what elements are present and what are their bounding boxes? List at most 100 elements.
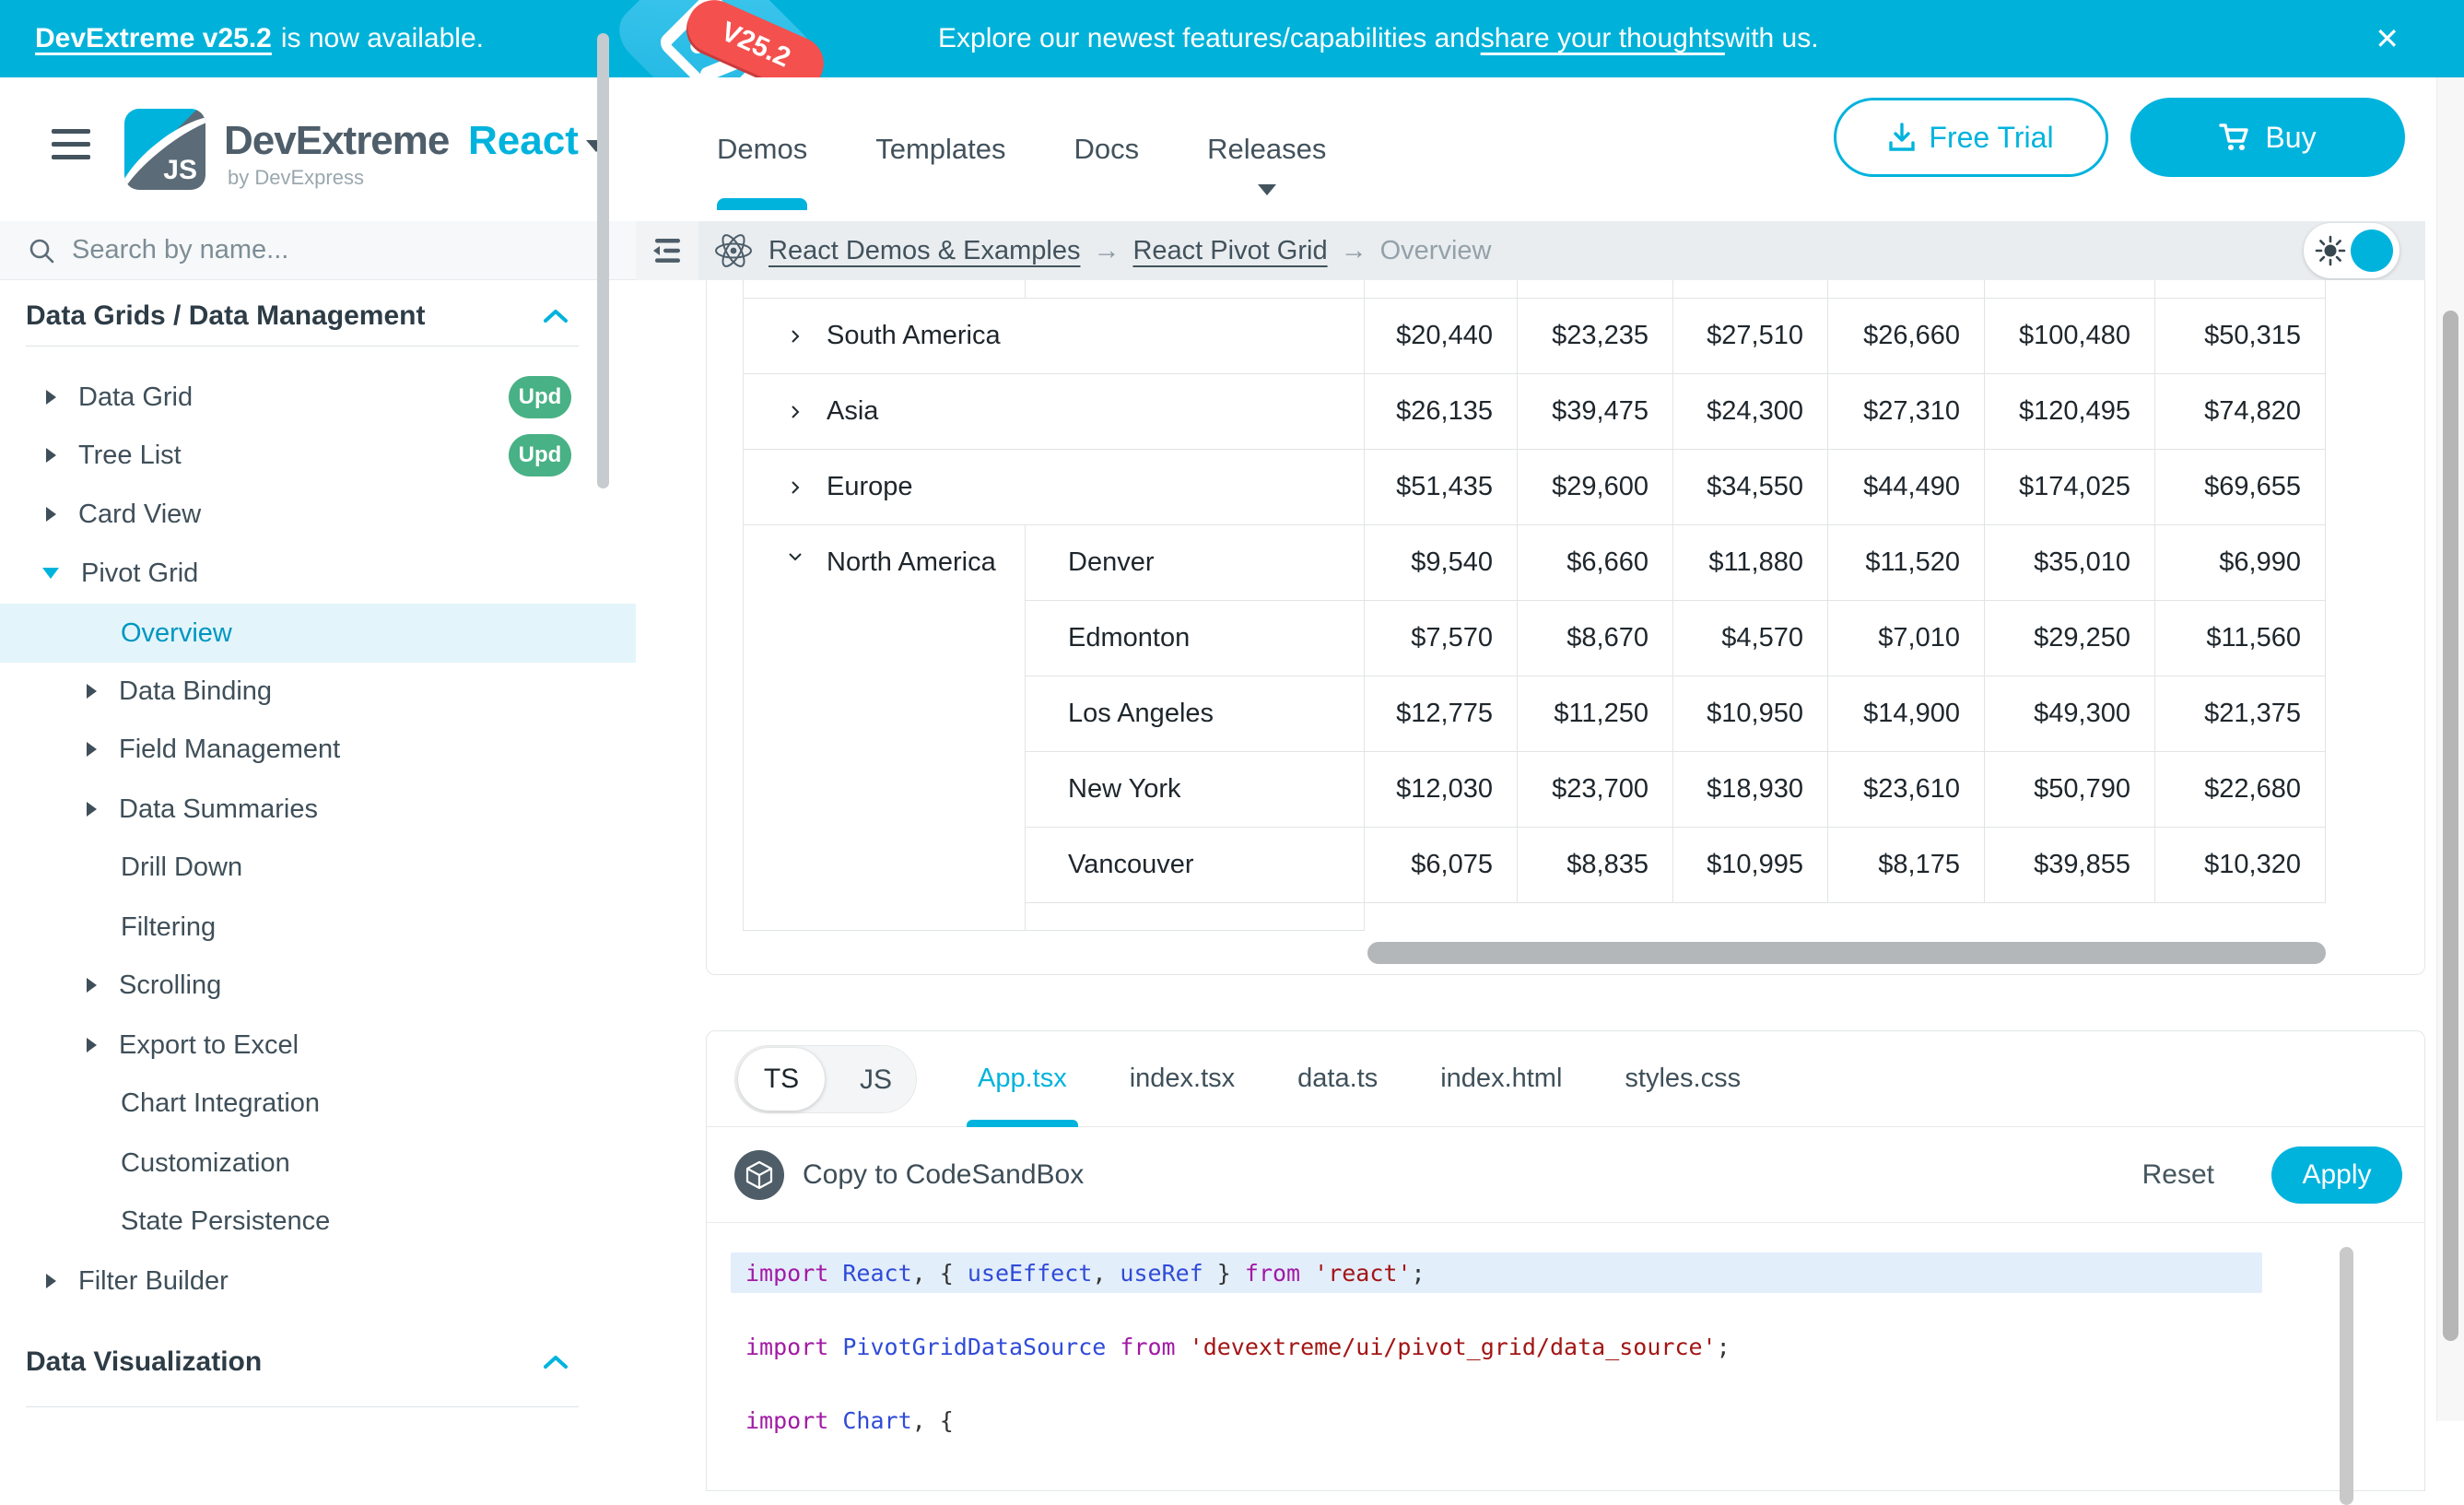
collapsed-arrow-icon[interactable]	[87, 742, 97, 757]
sidebar-item-drill-down[interactable]: Drill Down	[0, 838, 636, 897]
pivot-value-cell: $8,670	[1518, 601, 1673, 676]
sidebar-item-filter-builder[interactable]: Filter Builder	[0, 1252, 636, 1311]
tab-App-tsx[interactable]: App.tsx	[978, 1031, 1067, 1127]
nav-item-demos[interactable]: Demos	[717, 77, 807, 221]
sidebar-item-label: Tree List	[78, 441, 182, 471]
sidebar-item-scrolling[interactable]: Scrolling	[0, 956, 636, 1015]
pivot-expanded-region: North AmericaDenver$9,540$6,660$11,880$1…	[743, 525, 2326, 931]
breadcrumb-separator: →	[1093, 236, 1120, 266]
page-scrollbar-thumb[interactable]	[2443, 311, 2458, 1341]
banner-version-link[interactable]: DevExtreme v25.2	[35, 23, 272, 54]
pivot-value-cell: $20,440	[1365, 299, 1518, 374]
sidebar-item-tree-list[interactable]: Tree ListUpd	[0, 426, 636, 485]
pivot-value-cell: $174,025	[1985, 450, 2155, 525]
sidebar-item-label: Filtering	[121, 912, 216, 943]
collapsed-arrow-icon[interactable]	[46, 390, 56, 405]
pivot-value-cell: $9,540	[1365, 525, 1518, 601]
pivot-row-header[interactable]: South America	[743, 299, 1365, 374]
code-line: import Chart, {	[745, 1400, 2424, 1440]
tab-index-html[interactable]: index.html	[1440, 1031, 1562, 1127]
code-scrollbar[interactable]	[2340, 1247, 2353, 1505]
collapse-sidebar-icon	[649, 237, 686, 265]
search-input[interactable]: Search by name...	[72, 235, 288, 265]
sidebar-item-state-persistence[interactable]: State Persistence	[0, 1192, 636, 1251]
sidebar-item-filtering[interactable]: Filtering	[0, 898, 636, 957]
collapse-sidebar-button[interactable]	[636, 221, 698, 280]
sidebar-section-data-grids-data-management[interactable]: Data Grids / Data Management	[0, 287, 636, 346]
collapsed-arrow-icon[interactable]	[87, 684, 97, 699]
pivot-row-header[interactable]: Europe	[743, 450, 1365, 525]
framework-selector[interactable]: React	[468, 118, 579, 164]
breadcrumb-link-pivot-grid[interactable]: React Pivot Grid	[1132, 236, 1327, 266]
banner-close-icon[interactable]: ✕	[2375, 0, 2399, 77]
region-label: Europe	[827, 472, 913, 502]
banner-message: Explore our newest features/capabilities…	[938, 0, 1819, 77]
pivot-row-header[interactable]: North America	[743, 525, 1026, 931]
reset-button[interactable]: Reset	[2142, 1159, 2214, 1191]
pivot-value-cell: $8,175	[1828, 828, 1985, 903]
sidebar-section-data-visualization[interactable]: Data Visualization	[0, 1333, 636, 1392]
pivot-value-cell: $120,495	[1985, 374, 2155, 450]
sidebar-item-label: Drill Down	[121, 852, 242, 883]
row-collapsed-chevron-icon[interactable]	[786, 478, 804, 497]
codesandbox-icon[interactable]	[734, 1150, 784, 1200]
pivot-grid-horizontal-scrollbar[interactable]	[1367, 942, 2326, 964]
expanded-arrow-icon[interactable]	[42, 568, 59, 579]
share-thoughts-link[interactable]: share your thoughts	[1481, 23, 1725, 54]
sidebar-item-field-management[interactable]: Field Management	[0, 720, 636, 779]
sidebar-item-data-binding[interactable]: Data Binding	[0, 662, 636, 721]
sidebar-item-customization[interactable]: Customization	[0, 1134, 636, 1193]
pivot-city-row: Vancouver$6,075$8,835$10,995$8,175$39,85…	[1026, 828, 2326, 903]
breadcrumb-link-demos[interactable]: React Demos & Examples	[769, 236, 1080, 266]
free-trial-button[interactable]: Free Trial	[1834, 98, 2108, 177]
city-label: Denver	[1026, 525, 1365, 601]
nav-item-docs[interactable]: Docs	[1074, 77, 1140, 221]
pivot-value-cell: $11,880	[1673, 525, 1828, 601]
sidebar-item-card-view[interactable]: Card View	[0, 485, 636, 544]
tab-data-ts[interactable]: data.ts	[1297, 1031, 1378, 1127]
collapsed-arrow-icon[interactable]	[46, 1274, 56, 1288]
buy-button[interactable]: Buy	[2130, 98, 2405, 177]
theme-toggle[interactable]	[2304, 223, 2399, 278]
page-scrollbar-track[interactable]	[2436, 77, 2464, 1421]
collapsed-arrow-icon[interactable]	[87, 802, 97, 817]
row-collapsed-chevron-icon[interactable]	[786, 327, 804, 346]
chevron-up-icon	[542, 1354, 569, 1370]
nav-item-templates[interactable]: Templates	[875, 77, 1005, 221]
language-toggle[interactable]: TS JS	[734, 1045, 917, 1113]
sidebar-search[interactable]: Search by name...	[0, 221, 636, 280]
devextreme-logo[interactable]: JS	[124, 109, 205, 190]
tab-index-tsx[interactable]: index.tsx	[1130, 1031, 1235, 1127]
pivot-value-cell: $34,550	[1673, 450, 1828, 525]
apply-button[interactable]: Apply	[2271, 1146, 2402, 1204]
city-label: Los Angeles	[1026, 676, 1365, 752]
collapsed-arrow-icon[interactable]	[87, 978, 97, 993]
sidebar-item-overview[interactable]: Overview	[0, 604, 636, 663]
language-toggle-alt[interactable]: JS	[860, 1046, 892, 1114]
collapsed-arrow-icon[interactable]	[87, 1038, 97, 1052]
sidebar-item-data-summaries[interactable]: Data Summaries	[0, 780, 636, 839]
hamburger-menu-icon[interactable]	[52, 129, 90, 168]
nav-item-releases[interactable]: Releases	[1207, 77, 1326, 221]
sidebar-scrollbar[interactable]	[597, 33, 609, 488]
pivot-value-cell: $29,600	[1518, 450, 1673, 525]
sidebar-item-label: Data Summaries	[119, 794, 318, 825]
tab-styles-css[interactable]: styles.css	[1625, 1031, 1741, 1127]
code-editor[interactable]: import React, { useEffect, useRef } from…	[707, 1223, 2424, 1440]
row-collapsed-chevron-icon[interactable]	[786, 403, 804, 421]
sidebar-item-export-to-excel[interactable]: Export to Excel	[0, 1016, 636, 1075]
banner-left-text: DevExtreme v25.2 is now available.	[35, 0, 484, 77]
collapsed-arrow-icon[interactable]	[46, 448, 56, 463]
language-toggle-active[interactable]: TS	[738, 1048, 825, 1111]
sidebar-item-chart-integration[interactable]: Chart Integration	[0, 1074, 636, 1133]
pivot-row-header[interactable]: Asia	[743, 374, 1365, 450]
theme-toggle-knob[interactable]	[2351, 229, 2393, 272]
copy-to-codesandbox-label[interactable]: Copy to CodeSandBox	[803, 1159, 1084, 1191]
pivot-value-cell: $6,990	[2155, 525, 2326, 601]
brand-subtitle: by DevExpress	[228, 166, 364, 190]
active-nav-underline	[717, 198, 807, 210]
sidebar-item-pivot-grid[interactable]: Pivot Grid	[0, 544, 636, 603]
sidebar-item-data-grid[interactable]: Data GridUpd	[0, 368, 636, 427]
collapsed-arrow-icon[interactable]	[46, 507, 56, 522]
row-expanded-chevron-icon[interactable]	[786, 547, 804, 566]
